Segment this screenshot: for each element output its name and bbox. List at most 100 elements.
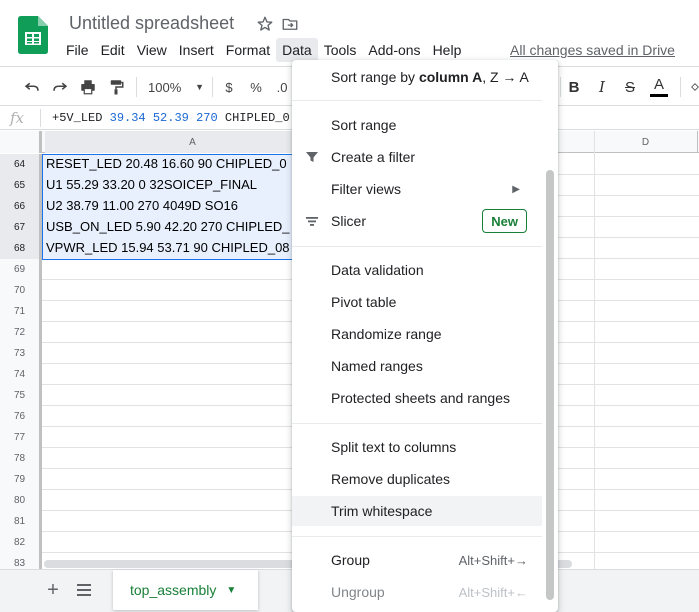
- row-header[interactable]: 65: [0, 175, 42, 196]
- italic-button[interactable]: I: [594, 77, 610, 97]
- row-header[interactable]: 77: [0, 427, 42, 448]
- menu-item-create-filter[interactable]: Create a filter: [292, 142, 542, 172]
- menu-item-randomize-range[interactable]: Randomize range: [292, 319, 542, 349]
- menu-scrollbar[interactable]: [546, 170, 554, 600]
- fill-color-button[interactable]: [690, 77, 699, 97]
- row-header[interactable]: 64: [0, 154, 42, 175]
- paint-format-button[interactable]: [106, 77, 126, 97]
- select-all-corner[interactable]: [0, 131, 42, 153]
- menu-addons[interactable]: Add-ons: [362, 38, 426, 62]
- doc-title[interactable]: Untitled spreadsheet: [69, 13, 234, 34]
- toolbar-divider: [136, 77, 137, 97]
- cell-a[interactable]: [42, 301, 292, 322]
- strikethrough-button[interactable]: S: [622, 77, 638, 97]
- menu-item-sort-by-column-za[interactable]: Sort range by column A, Z → A: [292, 62, 542, 92]
- menu-insert[interactable]: Insert: [173, 38, 220, 62]
- cell-a[interactable]: [42, 385, 292, 406]
- row-header[interactable]: 69: [0, 259, 42, 280]
- cell-a[interactable]: [42, 532, 292, 553]
- row-header[interactable]: 76: [0, 406, 42, 427]
- sheets-logo-icon[interactable]: [18, 16, 48, 54]
- zoom-value: 100%: [148, 79, 182, 95]
- sheet-tab-label: top_assembly: [130, 582, 217, 598]
- cell-a[interactable]: RESET_LED 20.48 16.60 90 CHIPLED_0: [42, 154, 292, 175]
- menu-file[interactable]: File: [60, 38, 95, 62]
- saved-status-link[interactable]: All changes saved in Drive: [510, 42, 675, 58]
- menu-item-data-validation[interactable]: Data validation: [292, 255, 542, 285]
- redo-button[interactable]: [50, 77, 70, 97]
- row-header[interactable]: 80: [0, 490, 42, 511]
- menu-item-filter-views[interactable]: Filter views ▶: [292, 174, 542, 204]
- sheet-tab-top-assembly[interactable]: top_assembly ▼: [113, 570, 258, 610]
- row-header[interactable]: 68: [0, 238, 42, 259]
- formula-divider: [40, 109, 41, 127]
- row-header[interactable]: 79: [0, 469, 42, 490]
- chevron-down-icon[interactable]: ▼: [226, 585, 236, 596]
- move-folder-icon[interactable]: [281, 15, 299, 33]
- bold-button[interactable]: B: [566, 77, 582, 97]
- row-header[interactable]: 73: [0, 343, 42, 364]
- all-sheets-button[interactable]: [74, 580, 94, 600]
- row-header[interactable]: 82: [0, 532, 42, 553]
- cell-a[interactable]: [42, 490, 292, 511]
- menu-view[interactable]: View: [131, 38, 173, 62]
- new-badge: New: [482, 209, 527, 233]
- menu-help[interactable]: Help: [427, 38, 468, 62]
- decrease-decimal-button[interactable]: .0: [274, 77, 290, 97]
- undo-button[interactable]: [22, 77, 42, 97]
- menu-format[interactable]: Format: [220, 38, 276, 62]
- currency-button[interactable]: $: [222, 77, 236, 97]
- row-header[interactable]: 74: [0, 364, 42, 385]
- menu-item-protected-sheets[interactable]: Protected sheets and ranges: [292, 383, 542, 413]
- group-label: Group: [331, 552, 370, 568]
- sort-by-column-prefix: Sort range by: [331, 69, 419, 85]
- cell-a[interactable]: [42, 427, 292, 448]
- row-header[interactable]: 67: [0, 217, 42, 238]
- menu-edit[interactable]: Edit: [95, 38, 131, 62]
- menu-item-slicer[interactable]: Slicer New: [292, 206, 542, 236]
- row-header[interactable]: 66: [0, 196, 42, 217]
- row-header[interactable]: 71: [0, 301, 42, 322]
- cell-a[interactable]: [42, 343, 292, 364]
- menu-item-named-ranges[interactable]: Named ranges: [292, 351, 542, 381]
- menu-item-trim-whitespace[interactable]: Trim whitespace: [292, 496, 542, 526]
- cell-a[interactable]: [42, 364, 292, 385]
- text-color-button[interactable]: A: [650, 75, 668, 97]
- formula-input[interactable]: +5V_LED 39.34 52.39 270 CHIPLED_0: [52, 111, 290, 125]
- cell-a[interactable]: U2 38.79 11.00 270 4049D SO16: [42, 196, 292, 217]
- print-button[interactable]: [78, 77, 98, 97]
- formula-y: 52.39: [152, 111, 189, 125]
- cell-a[interactable]: [42, 511, 292, 532]
- zoom-select[interactable]: 100% ▼: [148, 77, 204, 97]
- menu-item-sort-range[interactable]: Sort range: [292, 110, 542, 140]
- percent-button[interactable]: %: [248, 77, 264, 97]
- cell-a[interactable]: [42, 406, 292, 427]
- menu-data[interactable]: Data: [276, 38, 318, 62]
- cell-a[interactable]: [42, 469, 292, 490]
- row-header[interactable]: 75: [0, 385, 42, 406]
- menu-item-remove-duplicates[interactable]: Remove duplicates: [292, 464, 542, 494]
- menu-tools[interactable]: Tools: [318, 38, 363, 62]
- row-header[interactable]: 78: [0, 448, 42, 469]
- column-header-d[interactable]: D: [594, 131, 698, 153]
- cell-a[interactable]: [42, 259, 292, 280]
- cell-a[interactable]: [42, 280, 292, 301]
- menu-item-split-text[interactable]: Split text to columns: [292, 432, 542, 462]
- star-icon[interactable]: [256, 15, 274, 33]
- cell-a[interactable]: [42, 448, 292, 469]
- row-header[interactable]: 72: [0, 322, 42, 343]
- row-header[interactable]: 81: [0, 511, 42, 532]
- menu-item-pivot-table[interactable]: Pivot table: [292, 287, 542, 317]
- menu-separator: [292, 246, 542, 247]
- cell-a[interactable]: U1 55.29 33.20 0 32SOICEP_FINAL: [42, 175, 292, 196]
- cell-a[interactable]: VPWR_LED 15.94 53.71 90 CHIPLED_08: [42, 238, 292, 259]
- row-header[interactable]: 70: [0, 280, 42, 301]
- data-menu-dropdown: Sort range by column A, Z → A Sort range…: [292, 60, 558, 612]
- create-filter-label: Create a filter: [331, 149, 416, 165]
- add-sheet-button[interactable]: +: [43, 579, 63, 601]
- menu-item-group[interactable]: Group Alt+Shift+→: [292, 545, 542, 575]
- menu-item-ungroup: Ungroup Alt+Shift+←: [292, 577, 542, 607]
- cell-a[interactable]: [42, 322, 292, 343]
- cell-a[interactable]: USB_ON_LED 5.90 42.20 270 CHIPLED_: [42, 217, 292, 238]
- toolbar-divider: [212, 77, 213, 97]
